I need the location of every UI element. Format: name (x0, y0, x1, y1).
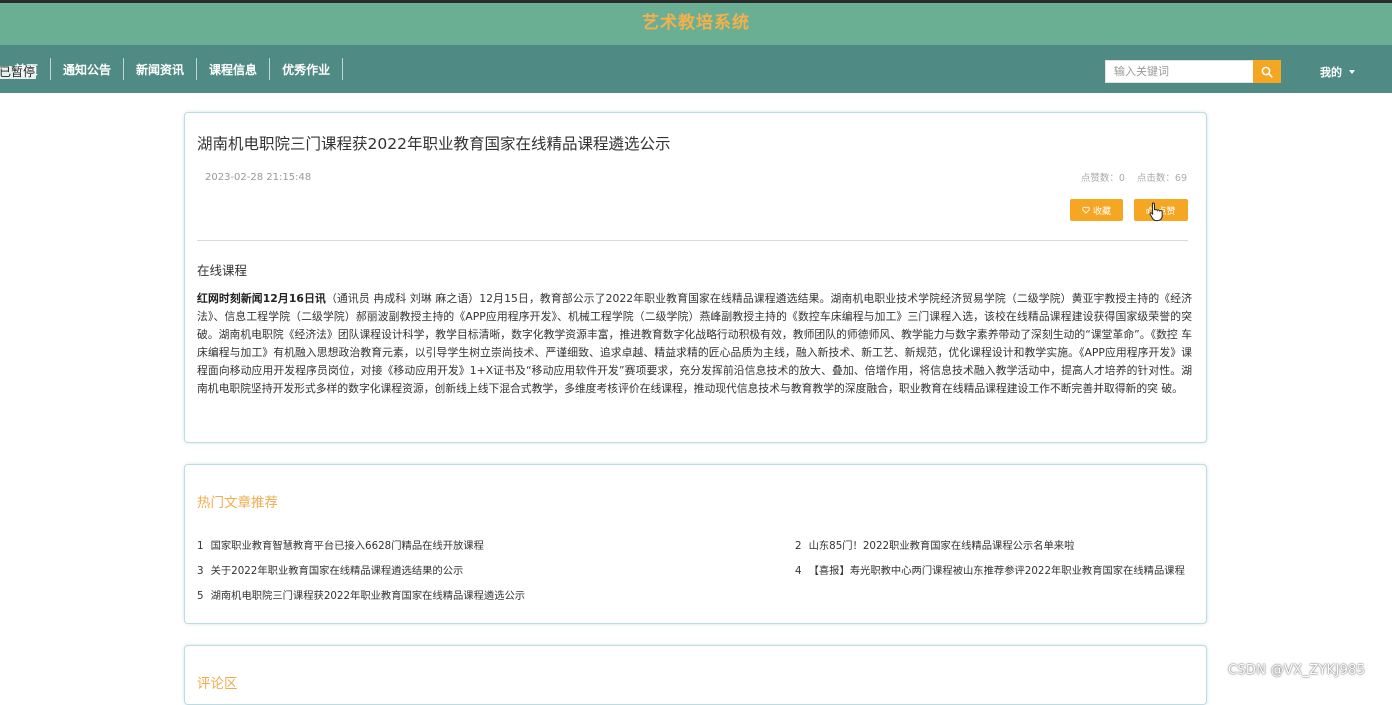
article-lead: 红网时刻新闻12月16日讯 (197, 292, 326, 305)
site-title: 艺术教培系统 (642, 13, 750, 33)
hot-article-item[interactable]: 5 湖南机电职院三门课程获2022年职业教育国家在线精品课程遴选公示 (197, 587, 787, 602)
hot-article-item[interactable]: 4 【喜报】寿光职教中心两门课程被山东推荐参评2022年职业教育国家在线精品课程 (795, 562, 1187, 577)
article-text: （通讯员 冉成科 刘琳 麻之语）12月15日，教育部公示了2022年职业教育国家… (197, 292, 1192, 395)
nav-menu: 首页 通知公告 新闻资讯 课程信息 优秀作业 (0, 45, 344, 93)
hot-article-item[interactable]: 2 山东85门！2022职业教育国家在线精品课程公示名单来啦 (795, 537, 1187, 552)
like-count: 点赞数：0 (1080, 173, 1125, 184)
nav-item-courses[interactable]: 课程信息 (197, 58, 271, 80)
site-header: 艺术教培系统 (0, 3, 1392, 45)
comments-card: 评论区 (184, 645, 1207, 705)
comments-title: 评论区 (197, 676, 238, 692)
click-count: 点击数：69 (1136, 173, 1187, 184)
favorite-button[interactable]: 收藏 (1070, 199, 1123, 221)
user-menu-label: 我的 (1320, 66, 1342, 79)
paused-overlay-label: 已暂停 (0, 65, 37, 79)
article-timestamp: 2023-02-28 21:15:48 (205, 172, 312, 183)
nav-item-notices[interactable]: 通知公告 (51, 58, 125, 80)
hot-articles-title: 热门文章推荐 (197, 495, 278, 511)
hot-article-item[interactable]: 3 关于2022年职业教育国家在线精品课程遴选结果的公示 (197, 562, 787, 577)
mouse-pointer-icon (1149, 202, 1163, 222)
hot-articles-card: 热门文章推荐 1 国家职业教育智慧教育平台已接入6628门精品在线开放课程 2 山东… (184, 464, 1207, 624)
nav-item-news[interactable]: 新闻资讯 (124, 58, 198, 80)
article-category: 在线课程 (197, 263, 248, 278)
nav-item-homework[interactable]: 优秀作业 (270, 58, 344, 80)
hot-article-number: 2 (795, 540, 802, 552)
search-box (1105, 60, 1281, 83)
heart-icon (1082, 206, 1090, 214)
hot-article-item[interactable]: 1 国家职业教育智慧教育平台已接入6628门精品在线开放课程 (197, 537, 787, 552)
search-input[interactable] (1105, 60, 1253, 83)
article-body: 红网时刻新闻12月16日讯（通讯员 冉成科 刘琳 麻之语）12月15日，教育部公… (197, 290, 1192, 397)
chevron-down-icon (1349, 70, 1355, 74)
hot-article-link: 关于2022年职业教育国家在线精品课程遴选结果的公示 (210, 565, 464, 577)
article-title: 湖南机电职院三门课程获2022年职业教育国家在线精品课程遴选公示 (197, 135, 671, 153)
search-button[interactable] (1253, 60, 1281, 83)
hot-article-number: 1 (197, 540, 204, 552)
user-menu[interactable]: 我的 (1320, 64, 1355, 80)
hot-article-number: 4 (795, 565, 802, 577)
hot-article-number: 3 (197, 565, 204, 577)
hot-article-link: 国家职业教育智慧教育平台已接入6628门精品在线开放课程 (210, 540, 484, 552)
hot-article-link: 湖南机电职院三门课程获2022年职业教育国家在线精品课程遴选公示 (210, 590, 526, 602)
article-stats: 点赞数：0 点击数：69 (1081, 170, 1187, 184)
main-nav: 首页 通知公告 新闻资讯 课程信息 优秀作业 已暂停 我的 (0, 45, 1392, 93)
hot-article-link: 山东85门！2022职业教育国家在线精品课程公示名单来啦 (808, 540, 1075, 552)
favorite-label: 收藏 (1092, 206, 1111, 217)
hot-article-number: 5 (197, 590, 204, 602)
divider (197, 240, 1188, 241)
watermark: CSDN @VX_ZYKJ985 (1228, 663, 1366, 678)
article-card: 湖南机电职院三门课程获2022年职业教育国家在线精品课程遴选公示 2023-02… (184, 112, 1207, 443)
hot-article-link: 【喜报】寿光职教中心两门课程被山东推荐参评2022年职业教育国家在线精品课程 (808, 565, 1185, 577)
search-icon (1261, 66, 1273, 78)
